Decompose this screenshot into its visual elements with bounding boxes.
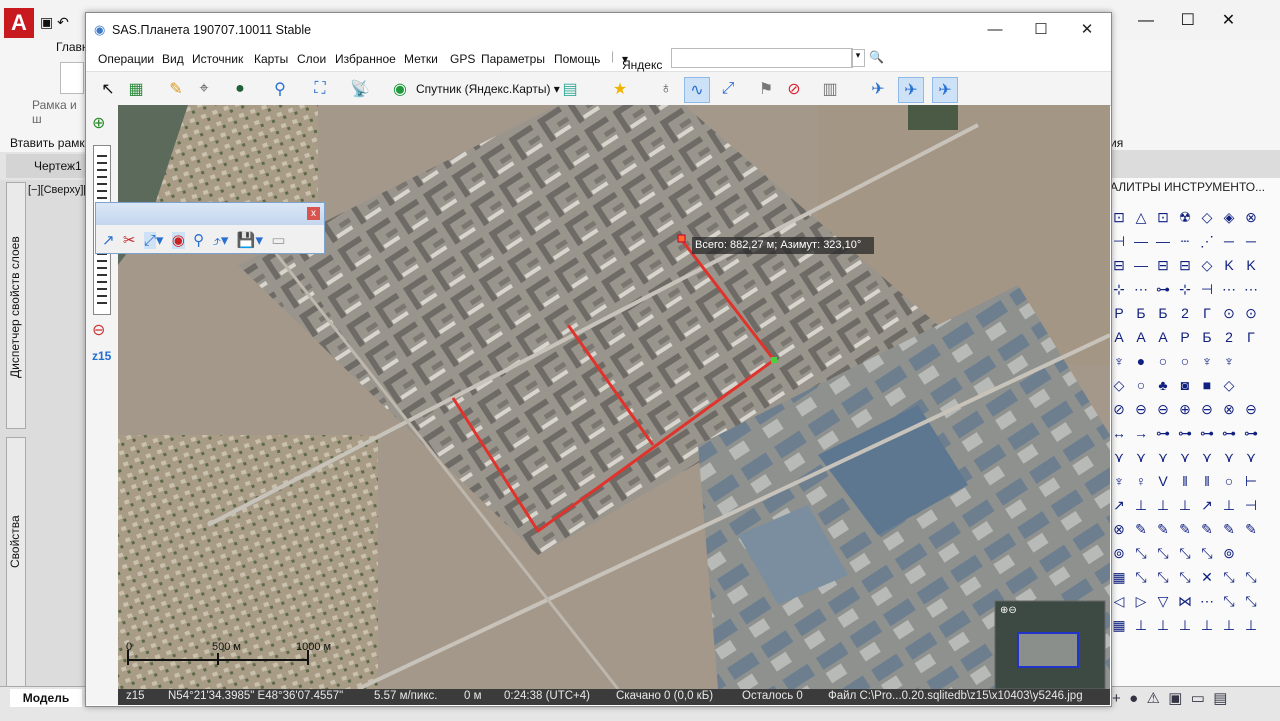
scale-end: 1000 м bbox=[296, 641, 332, 653]
search-icon[interactable]: 🔍 bbox=[869, 50, 884, 64]
properties-panel[interactable]: Свойства bbox=[6, 437, 26, 687]
menu-view[interactable]: Вид bbox=[162, 52, 184, 66]
zoom-out-icon[interactable]: ⊖ bbox=[92, 320, 105, 340]
menu-layers[interactable]: Слои bbox=[297, 52, 326, 66]
autocad-ribbon-right: ия bbox=[1110, 40, 1280, 150]
status-coords: N54°21'34.3985" E48°36'07.4557" bbox=[168, 690, 344, 702]
sas-window: ◉ SAS.Планета 190707.10011 Stable — ☐ ✕ … bbox=[85, 12, 1112, 707]
maximize-button[interactable]: ☐ bbox=[1018, 13, 1064, 46]
edit-path-icon: ⤢ bbox=[143, 232, 156, 249]
placemark-icon[interactable]: ♁ bbox=[654, 77, 678, 101]
autocad-ribbon: Главн Рамка и ш Втавить рамк bbox=[0, 40, 89, 155]
status-downloaded: Скачано 0 (0,0 кБ) bbox=[616, 690, 714, 702]
select-area-icon[interactable]: ▦ bbox=[124, 77, 148, 101]
layers-icon[interactable]: ▤ bbox=[558, 77, 582, 101]
menu-operations[interactable]: Операции bbox=[98, 52, 154, 66]
qat-save-icon[interactable]: ▣ ↶ bbox=[40, 14, 69, 31]
no-entry-icon[interactable]: ⊘ bbox=[782, 77, 806, 101]
gps-center-icon[interactable]: ✈ bbox=[932, 77, 958, 103]
layer-properties-panel[interactable]: Диспетчер свойств слоев bbox=[6, 182, 26, 429]
floating-edit-toolbar: x ↗ ✂ ⤢▾ ◉ ⚲ ⤴▾ 💾▾ ▭ bbox=[95, 202, 325, 254]
main-toolbar: ↖ ▦ ✎ ⌖ ● ⚲ ⛶ 📡 ◉ Спутник (Яндекс.Карты)… bbox=[86, 72, 1111, 106]
elevation-icon: ⤴ bbox=[212, 232, 221, 249]
globe-app-icon: ◉ bbox=[94, 22, 106, 37]
close-button[interactable]: ✕ bbox=[1064, 13, 1110, 46]
compass-icon[interactable]: ⌖ bbox=[192, 77, 216, 101]
draw-line-icon: ↗ bbox=[102, 232, 115, 249]
ruler-icon[interactable]: ✎ bbox=[164, 77, 188, 101]
floating-toolbar-titlebar[interactable]: x bbox=[96, 203, 324, 225]
status-resolution: 5.57 м/пикс. bbox=[374, 690, 438, 702]
pointer-icon[interactable]: ↖ bbox=[96, 77, 120, 101]
scale-zero: 0 bbox=[126, 641, 133, 653]
minimize-button[interactable]: — bbox=[972, 13, 1018, 46]
zoom-in-icon[interactable]: ⊕ bbox=[92, 113, 105, 133]
polygon-icon[interactable]: ⤢ bbox=[716, 77, 740, 101]
zoom-icon[interactable]: ⚲ bbox=[268, 77, 292, 101]
search-map-icon: ⚲ bbox=[193, 232, 205, 249]
drawing-tab[interactable]: Чертеж1 bbox=[34, 159, 82, 173]
viewport-label[interactable]: [−][Сверху][2 bbox=[28, 184, 93, 196]
zoom-toolbar: ⊕ ⊖ z15 bbox=[86, 105, 119, 705]
path-icon[interactable]: ∿ bbox=[684, 77, 710, 103]
autocad-window-buttons[interactable]: — ☐ ✕ bbox=[1138, 10, 1235, 30]
model-tab[interactable]: Модель bbox=[10, 689, 82, 707]
menu-marks[interactable]: Метки bbox=[404, 52, 438, 66]
statusbar: z15 N54°21'34.3985" E48°36'07.4557" 5.57… bbox=[118, 689, 1110, 705]
frame-icon[interactable] bbox=[60, 62, 84, 94]
grid-icon[interactable]: ▥ bbox=[818, 77, 842, 101]
satellite-map[interactable]: Всего: 882,27 м; Азимут: 323,10° 0 500 м… bbox=[118, 105, 1110, 689]
route-icon: ◉ bbox=[171, 232, 185, 249]
floating-tools[interactable]: ↗ ✂ ⤢▾ ◉ ⚲ ⤴▾ 💾▾ ▭ bbox=[102, 231, 286, 249]
status-zoom: z15 bbox=[126, 690, 145, 702]
globe-icon[interactable]: ● bbox=[228, 77, 252, 101]
status-icons[interactable]: + ● ⚠ ▣ ▭ ▤ bbox=[1112, 689, 1227, 707]
satellite-dish-icon[interactable]: 📡 bbox=[348, 77, 372, 101]
menu-parameters[interactable]: Параметры bbox=[481, 52, 545, 66]
cut-icon: ✂ bbox=[122, 232, 136, 249]
zoom-level-label: z15 bbox=[92, 349, 112, 363]
map-source-select[interactable]: Спутник (Яндекс.Карты) ▾ bbox=[416, 82, 560, 96]
route-vertex-marker bbox=[771, 357, 777, 363]
minimap-zoom-icon[interactable]: ⊕⊖ bbox=[1000, 605, 1017, 616]
status-file: Файл C:\Pro...0.20.sqlitedb\z15\x10403\y… bbox=[828, 690, 1083, 702]
save-icon: 💾 bbox=[236, 232, 256, 249]
ribbon-panel-label: Втавить рамк bbox=[10, 136, 85, 150]
gps-icon[interactable]: ✈ bbox=[866, 77, 890, 101]
gps-track-icon[interactable]: ✈ bbox=[898, 77, 924, 103]
flag-icon[interactable]: ⚑ bbox=[754, 77, 778, 101]
menu-maps[interactable]: Карты bbox=[254, 52, 288, 66]
autocad-logo-icon[interactable]: A bbox=[4, 8, 34, 38]
scale-mid: 500 м bbox=[212, 641, 241, 653]
status-remaining: Осталось 0 bbox=[742, 690, 803, 702]
copy-icon: ▭ bbox=[271, 232, 286, 249]
palette-title: АЛИТРЫ ИНСТРУМЕНТО... bbox=[1110, 180, 1266, 194]
status-altitude: 0 м bbox=[464, 690, 482, 702]
window-title: SAS.Планета 190707.10011 Stable bbox=[112, 23, 312, 37]
side-panels: Диспетчер свойств слоев Свойства bbox=[6, 182, 26, 687]
menu-help[interactable]: Помощь bbox=[554, 52, 600, 66]
map-canvas[interactable] bbox=[118, 105, 1110, 689]
measure-tooltip: Всего: 882,27 м; Азимут: 323,10° bbox=[695, 239, 862, 251]
menubar: Операции Вид Источник Карты Слои Избранн… bbox=[86, 46, 1111, 72]
search-dropdown-icon[interactable]: ▾ bbox=[851, 49, 865, 67]
favorites-star-icon[interactable]: ★ bbox=[608, 77, 632, 101]
menu-gps[interactable]: GPS bbox=[450, 52, 475, 66]
menu-source[interactable]: Источник bbox=[192, 52, 243, 66]
floating-close-icon[interactable]: x bbox=[307, 207, 320, 220]
map-source-icon[interactable]: ◉ bbox=[388, 77, 412, 101]
search-provider-select[interactable]: Яндекс ▾ bbox=[622, 52, 662, 72]
search-input[interactable] bbox=[671, 48, 853, 68]
ribbon-frame-button[interactable]: Рамка и ш bbox=[32, 98, 86, 126]
menu-favorites[interactable]: Избранное bbox=[335, 52, 396, 66]
status-time: 0:24:38 (UTC+4) bbox=[504, 690, 590, 702]
fullscreen-icon[interactable]: ⛶ bbox=[308, 77, 332, 101]
sas-titlebar[interactable]: ◉ SAS.Планета 190707.10011 Stable — ☐ ✕ bbox=[86, 13, 1111, 46]
ribbon-tab-main[interactable]: Главн bbox=[56, 40, 89, 54]
route-start-marker bbox=[677, 234, 686, 243]
drawing-tabs: Чертеж1 bbox=[0, 152, 86, 180]
palette-grid[interactable]: ⊡ △ ⊡ ☢ ◇ ◈ ⊗ ⊣ — — ┄ ⋰ ─ ─ ⊟ — ⊟ ⊟ ◇ K K ⊹ ⋯ ⊶ ⊹ ⊣ ⋯ ⋯ P Б Б 2 Γ ⊙ ⊙ … bbox=[1108, 205, 1268, 637]
